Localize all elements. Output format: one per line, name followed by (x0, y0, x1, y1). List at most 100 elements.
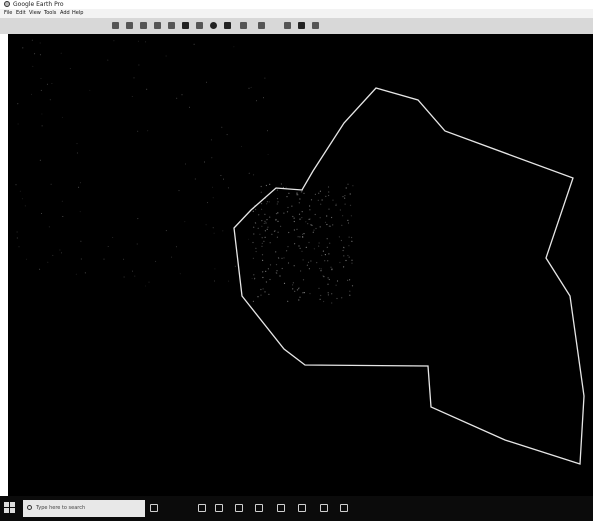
record-tour-icon[interactable] (182, 22, 189, 29)
light-dot (80, 182, 81, 184)
light-dot (261, 245, 263, 247)
light-dot (292, 282, 294, 284)
light-dot (324, 254, 326, 256)
menu-edit[interactable]: Edit (16, 9, 26, 18)
light-dot (307, 223, 309, 225)
sun-icon[interactable] (210, 22, 217, 29)
light-dot (351, 262, 353, 264)
view-in-maps-icon[interactable] (312, 22, 319, 29)
light-dot (302, 292, 304, 294)
menu-tools[interactable]: Tools (44, 9, 56, 18)
light-dot (305, 221, 307, 223)
light-dot (331, 269, 333, 271)
light-dot (261, 242, 263, 244)
light-dot (267, 268, 269, 270)
light-dot (269, 278, 271, 281)
menu-help[interactable]: Help (72, 9, 83, 18)
taskbar-search-input[interactable]: Type here to search (23, 500, 145, 517)
light-dot (22, 47, 24, 49)
edge-icon[interactable] (235, 504, 243, 512)
light-dot (59, 249, 61, 251)
light-dot (262, 271, 264, 273)
light-dot (320, 203, 322, 205)
light-dot (320, 270, 322, 272)
placemark-icon[interactable] (126, 22, 133, 29)
light-dot (24, 205, 26, 207)
light-dot (185, 163, 186, 165)
light-dot (342, 196, 344, 198)
polygon-icon[interactable] (140, 22, 147, 29)
light-dot (274, 230, 276, 232)
light-dot (296, 194, 298, 196)
light-dot (275, 251, 277, 253)
light-dot (275, 264, 278, 266)
light-dot (351, 240, 353, 242)
menu-file[interactable]: File (4, 9, 12, 18)
save-image-icon[interactable] (298, 22, 305, 29)
app-pinned-icon[interactable] (340, 504, 348, 512)
light-dot (286, 211, 289, 213)
boundary-polygon[interactable] (233, 87, 585, 465)
light-dot (343, 247, 345, 249)
menu-view[interactable]: View (29, 9, 41, 18)
light-dot (276, 270, 278, 272)
light-dot (326, 215, 328, 217)
light-dot (261, 254, 264, 256)
earth-view[interactable] (8, 34, 593, 496)
light-dot (257, 227, 259, 229)
task-view-icon[interactable] (150, 504, 158, 512)
light-dot (336, 297, 338, 300)
light-dot (207, 202, 208, 204)
light-dot (171, 256, 173, 258)
light-dot (319, 226, 321, 228)
planets-icon[interactable] (224, 22, 231, 29)
light-dot (261, 220, 263, 222)
light-dot (297, 236, 299, 238)
light-dot (226, 134, 228, 136)
light-dot (265, 184, 267, 187)
window-title: Google Earth Pro (13, 1, 64, 8)
image-overlay-icon[interactable] (168, 22, 175, 29)
store-icon[interactable] (215, 504, 223, 512)
email-icon[interactable] (258, 22, 265, 29)
light-dot (113, 40, 115, 42)
light-dot (322, 250, 324, 252)
light-dot (259, 233, 261, 235)
light-dot (331, 293, 333, 295)
light-dot (51, 83, 53, 84)
google-earth-icon (4, 1, 10, 7)
settings-icon[interactable] (277, 504, 285, 512)
light-dot (328, 191, 330, 193)
light-dot (144, 285, 146, 287)
historical-imagery-icon[interactable] (196, 22, 203, 29)
light-dot (300, 191, 302, 193)
map-canvas[interactable] (8, 34, 593, 496)
mail-icon[interactable] (255, 504, 263, 512)
light-dot (39, 268, 41, 270)
light-dot (328, 253, 330, 255)
light-dot (253, 174, 255, 176)
light-dot (349, 294, 351, 296)
path-icon[interactable] (154, 22, 161, 29)
ruler-icon[interactable] (240, 22, 247, 29)
light-dot (331, 216, 333, 219)
light-dot (61, 252, 62, 254)
file-explorer-icon[interactable] (198, 504, 206, 512)
hide-sidebar-icon[interactable] (112, 22, 119, 29)
light-dot (134, 275, 136, 277)
light-dot (131, 96, 133, 97)
light-dot (112, 237, 114, 238)
light-dot (302, 259, 304, 261)
google-earth-taskbar-icon[interactable] (320, 504, 328, 512)
windows-start-icon[interactable] (4, 502, 16, 514)
light-dot (107, 59, 109, 61)
light-dot (281, 257, 283, 259)
menu-add[interactable]: Add (60, 9, 70, 18)
light-dot (76, 152, 78, 154)
light-dot (205, 224, 207, 226)
print-icon[interactable] (284, 22, 291, 29)
photos-icon[interactable] (298, 504, 306, 512)
light-dot (280, 183, 282, 185)
light-dot (252, 210, 254, 212)
light-dot (155, 260, 157, 262)
